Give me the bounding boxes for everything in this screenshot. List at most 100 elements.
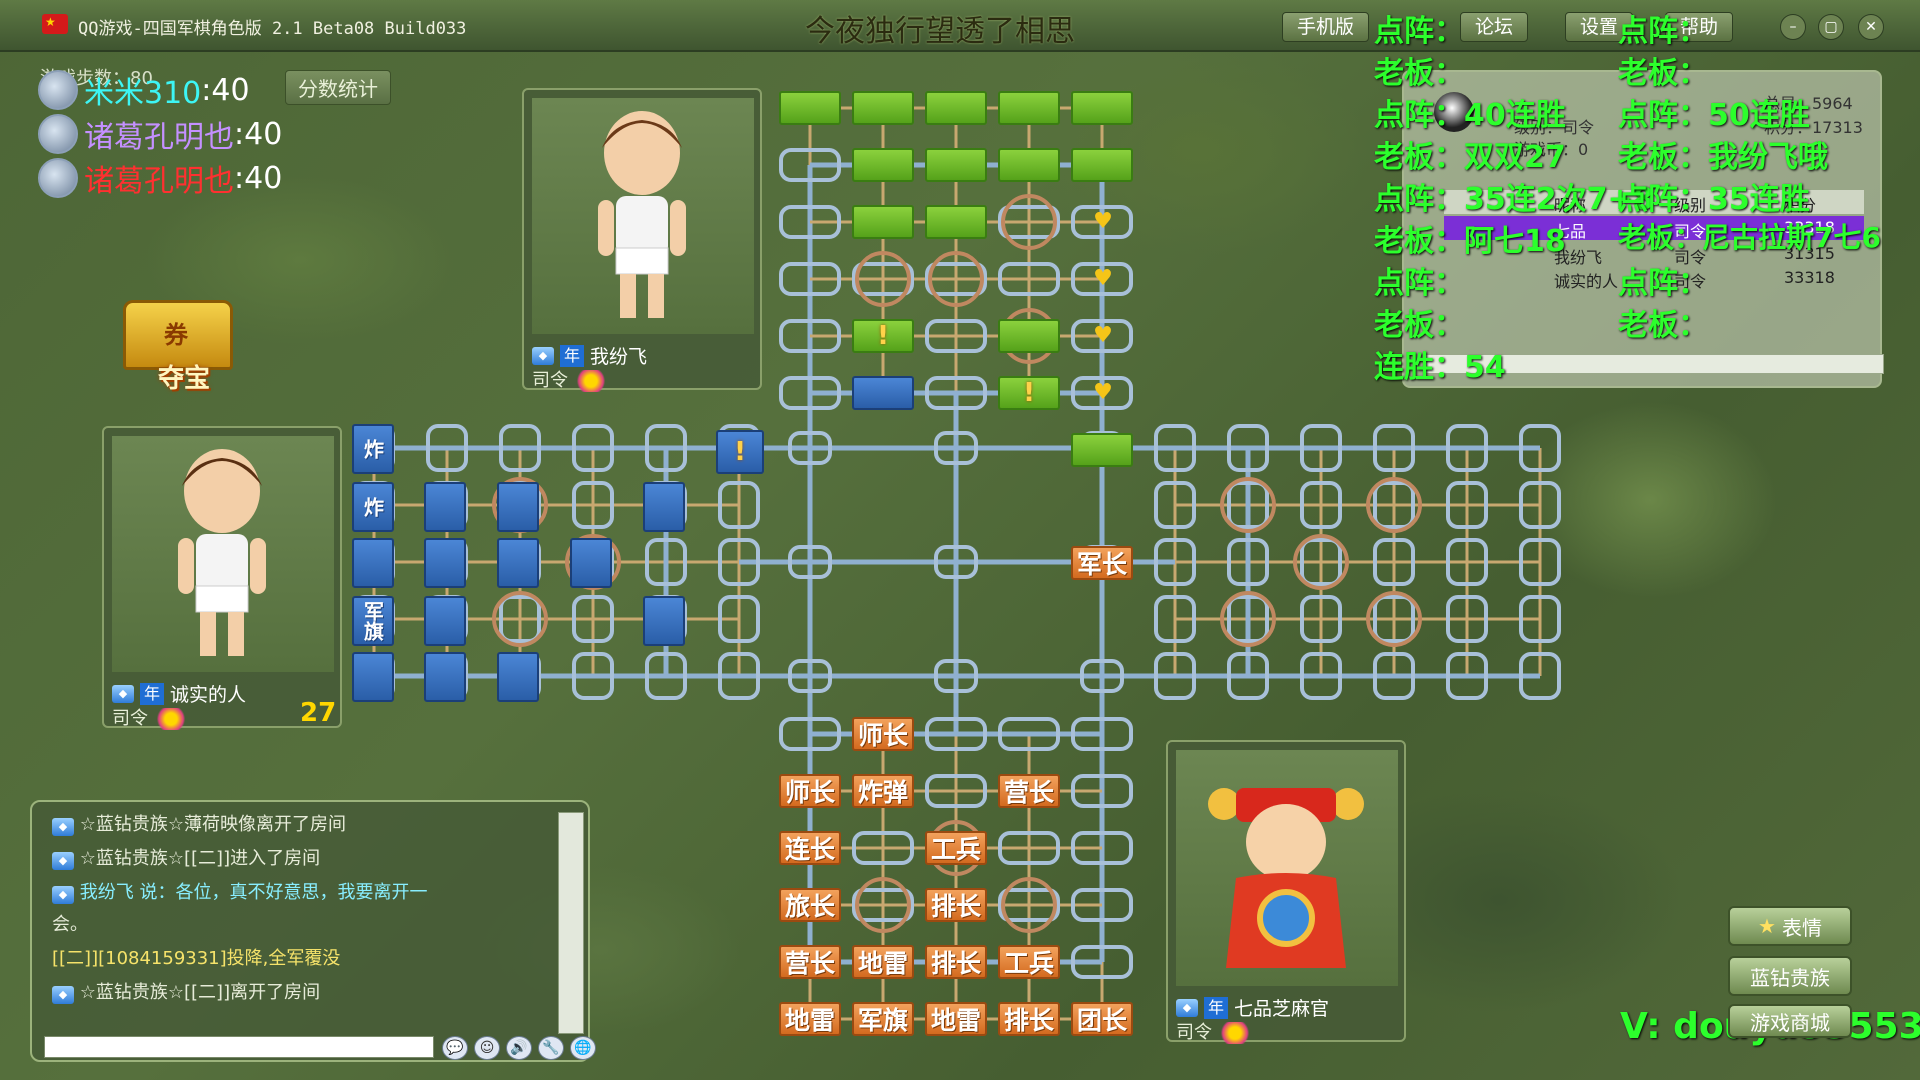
opponent-piece[interactable] <box>852 376 914 410</box>
opponent-piece[interactable] <box>998 148 1060 182</box>
opponent-piece[interactable] <box>925 205 987 239</box>
piece-label: 地雷 <box>930 1006 981 1035</box>
blue-diamond-icon: ◆ <box>52 852 74 870</box>
chat-message: ◆ 我纷飞 说：各位，真不好意思，我要离开一 <box>52 878 427 904</box>
opponent-piece-marked[interactable] <box>852 319 914 353</box>
overlay-line: 老板： <box>1618 56 1708 91</box>
opponent-piece-left[interactable] <box>424 482 466 532</box>
chat-message: ◆ ☆蓝钻贵族☆薄荷映像离开了房间 <box>52 810 346 836</box>
opponent-piece[interactable] <box>779 91 841 125</box>
own-piece[interactable]: 地雷 <box>779 1002 841 1036</box>
chat-message: ◆ ☆蓝钻贵族☆[[二]]离开了房间 <box>52 978 320 1004</box>
own-piece[interactable]: 地雷 <box>925 1002 987 1036</box>
piece-label: 排长 <box>930 949 981 978</box>
own-piece[interactable]: 工兵 <box>998 945 1060 979</box>
opponent-piece-left[interactable] <box>352 652 394 702</box>
piece-label: 炸 <box>360 439 385 459</box>
piece-label: 排长 <box>930 892 981 921</box>
heart-marker-icon: ♥ <box>1093 380 1113 405</box>
piece-label: 旅长 <box>784 892 835 921</box>
own-piece[interactable]: 团长 <box>1071 1002 1133 1036</box>
game-shop-button[interactable]: 游戏商城 <box>1728 1004 1852 1038</box>
opponent-piece[interactable] <box>998 319 1060 353</box>
chat-input[interactable] <box>44 1036 434 1058</box>
own-piece[interactable]: 地雷 <box>852 945 914 979</box>
overlay-line: 老板： <box>1374 308 1464 343</box>
own-piece[interactable]: 连长 <box>779 831 841 865</box>
opponent-piece[interactable] <box>998 91 1060 125</box>
opponent-piece[interactable] <box>1071 148 1133 182</box>
opponent-piece-left[interactable] <box>643 482 685 532</box>
opponent-piece-left[interactable] <box>497 538 539 588</box>
chat-scrollbar[interactable] <box>558 812 584 1034</box>
own-piece[interactable]: 排长 <box>925 945 987 979</box>
opponent-piece[interactable] <box>925 91 987 125</box>
piece-label: 工兵 <box>930 835 981 864</box>
emoji-icon[interactable]: ☺ <box>474 1036 500 1060</box>
opponent-piece[interactable] <box>1071 433 1133 467</box>
tool-icon[interactable]: 🔧 <box>538 1036 564 1060</box>
piece-label: 营长 <box>784 949 835 978</box>
blue-diamond-button[interactable]: 蓝钻贵族 <box>1728 956 1852 996</box>
overlay-line: 点阵： <box>1618 14 1708 49</box>
opponent-piece-left[interactable] <box>497 652 539 702</box>
own-piece[interactable]: 师长 <box>852 717 914 751</box>
piece-label: 炸 <box>360 497 385 517</box>
opponent-piece-left[interactable] <box>424 596 466 646</box>
chat-message-text: 我纷飞 说：各位，真不好意思，我要离开一 <box>79 882 428 903</box>
sound-icon[interactable]: 🔊 <box>506 1036 532 1060</box>
blue-diamond-icon: ◆ <box>52 886 74 904</box>
opponent-piece-left[interactable]: 炸 <box>352 482 394 532</box>
opponent-piece[interactable] <box>1071 91 1133 125</box>
own-piece[interactable]: 工兵 <box>925 831 987 865</box>
chat-message-text: ☆蓝钻贵族☆[[二]]进入了房间 <box>79 848 321 869</box>
chat-message-text: ☆蓝钻贵族☆薄荷映像离开了房间 <box>79 814 347 835</box>
heart-marker-icon: ♥ <box>1093 266 1113 291</box>
piece-label: 地雷 <box>857 949 908 978</box>
blue-diamond-icon: ◆ <box>52 986 74 1004</box>
own-piece[interactable]: 营长 <box>779 945 841 979</box>
opponent-piece[interactable] <box>925 148 987 182</box>
opponent-piece-left[interactable]: 炸 <box>352 424 394 474</box>
piece-label: 军长 <box>1076 550 1127 579</box>
selected-piece[interactable]: 军长 <box>1071 546 1133 580</box>
piece-label: 炸弹 <box>857 778 908 807</box>
opponent-piece-left[interactable] <box>352 538 394 588</box>
chat-bubble-icon[interactable]: 💬 <box>442 1036 468 1060</box>
opponent-piece[interactable] <box>852 148 914 182</box>
own-piece[interactable]: 排长 <box>925 888 987 922</box>
opponent-piece-left[interactable] <box>643 596 685 646</box>
row-score: 33318 <box>1784 268 1835 287</box>
own-piece[interactable]: 排长 <box>998 1002 1060 1036</box>
piece-label: 师长 <box>857 721 908 750</box>
chat-message-text: ☆蓝钻贵族☆[[二]]离开了房间 <box>79 982 321 1003</box>
own-piece[interactable]: 军旗 <box>852 1002 914 1036</box>
own-piece[interactable]: 营长 <box>998 774 1060 808</box>
opponent-piece[interactable] <box>852 91 914 125</box>
row-name: 诚实的人 <box>1554 272 1619 291</box>
own-piece[interactable]: 炸弹 <box>852 774 914 808</box>
globe-icon[interactable]: 🌐 <box>570 1036 596 1060</box>
overlay-line: 老板：阿七18 <box>1374 224 1566 259</box>
opponent-piece-marked[interactable] <box>998 376 1060 410</box>
opponent-piece-left[interactable] <box>497 482 539 532</box>
overlay-line: 老板： <box>1618 308 1708 343</box>
opponent-piece-left[interactable] <box>424 652 466 702</box>
opponent-piece-left[interactable] <box>570 538 612 588</box>
opponent-piece[interactable] <box>852 205 914 239</box>
emotes-button[interactable]: ★ 表情 <box>1728 906 1852 946</box>
own-piece[interactable]: 旅长 <box>779 888 841 922</box>
overlay-line: 老板： <box>1374 56 1464 91</box>
opponent-piece-left[interactable]: 军旗 <box>352 596 394 646</box>
piece-label: 军旗 <box>857 1006 908 1035</box>
piece-label: 团长 <box>1076 1006 1127 1035</box>
piece-label: 工兵 <box>1003 949 1054 978</box>
opponent-piece-marked[interactable] <box>716 430 764 474</box>
chat-panel: ◆ ☆蓝钻贵族☆薄荷映像离开了房间 ◆ ☆蓝钻贵族☆[[二]]进入了房间 ◆ 我… <box>30 800 596 1062</box>
overlay-line: 点阵：40连胜 <box>1374 98 1566 133</box>
overlay-line: 点阵：35连2次7+8 <box>1374 182 1654 217</box>
overlay-line: 老板：我纷飞哦 <box>1618 140 1828 175</box>
opponent-piece-left[interactable] <box>424 538 466 588</box>
own-piece[interactable]: 师长 <box>779 774 841 808</box>
overlay-line: 点阵： <box>1618 266 1708 301</box>
